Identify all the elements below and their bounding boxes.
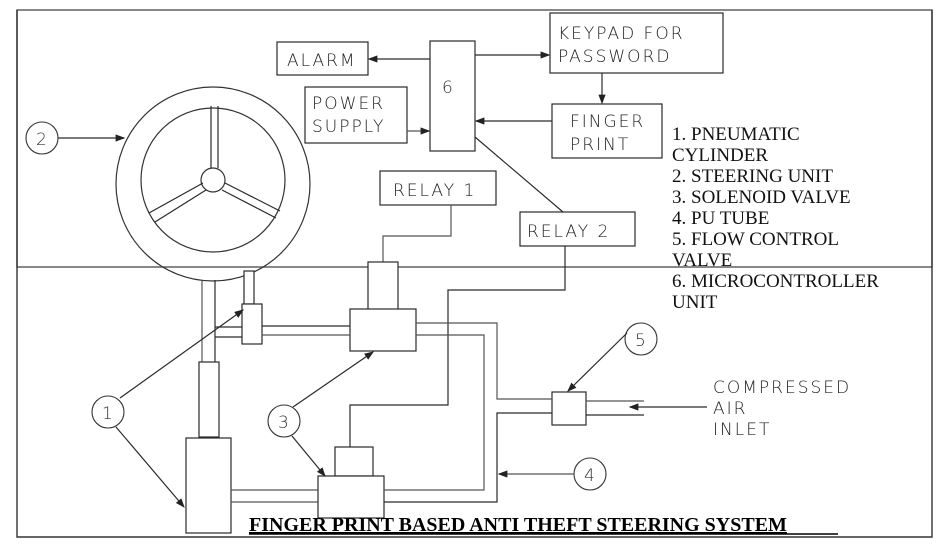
alarm-block: ALARM: [276, 41, 369, 76]
microcontroller-label: 6: [442, 78, 453, 98]
callout-5: 5: [567, 322, 658, 392]
finger-label-line2: PRINT: [570, 135, 630, 155]
legend-item-6: 6. MICROCONTROLLER: [672, 271, 879, 292]
diagram-canvas: ALARM 6 KEYPAD FOR PASSWORD POWER SUPPLY…: [16, 9, 933, 538]
callout-2: 2: [25, 121, 126, 155]
legend-item-1-cont: CYLINDER: [672, 145, 768, 166]
callout-5-label: 5: [635, 331, 646, 351]
callout-4-label: 4: [584, 466, 595, 486]
flow-control-valve: [551, 391, 587, 426]
pu-tube-top-to-bottom-inner: [384, 334, 485, 491]
inlet-label-line1: COMPRESSED: [713, 378, 851, 398]
keypad-label-line2: PASSWORD: [558, 47, 671, 67]
legend-item-5: 5. FLOW CONTROL: [672, 229, 839, 250]
legend-item-6-cont: UNIT: [672, 292, 718, 313]
legend-item-5-cont: VALVE: [672, 250, 732, 271]
main-pneumatic-cylinder: [185, 437, 232, 534]
keypad-block: KEYPAD FOR PASSWORD: [549, 12, 724, 74]
relay2-block: RELAY 2: [519, 211, 636, 247]
legend-item-4: 4. PU TUBE: [672, 208, 769, 229]
small-cylinder-rod: [243, 270, 255, 305]
keypad-label-line1: KEYPAD FOR: [558, 24, 685, 44]
relay1-to-valve-line: [382, 205, 452, 262]
finger-label-line1: FINGER: [570, 112, 645, 132]
alarm-label: ALARM: [287, 51, 357, 71]
steering-wheel: [115, 86, 311, 282]
callout-2-label: 2: [36, 130, 47, 150]
microcontroller-block: 6: [429, 40, 476, 152]
relay1-label: RELAY 1: [393, 181, 476, 201]
pu-tube-supply-inner: [384, 412, 552, 503]
diagram-title: FINGER PRINT BASED ANTI THEFT STEERING S…: [249, 514, 787, 536]
power-supply-block: POWER SUPPLY: [304, 86, 408, 144]
finger-print-block: FINGER PRINT: [551, 103, 663, 159]
callout-1-label: 1: [102, 404, 113, 424]
power-label-line1: POWER: [312, 94, 385, 114]
inlet-label-line2: AIR: [713, 399, 747, 419]
relay2-label: RELAY 2: [527, 222, 610, 242]
legend-item-2: 2. STEERING UNIT: [672, 166, 833, 187]
small-pneumatic-cylinder: [241, 303, 263, 345]
legend-item-1: 1. PNEUMATIC: [672, 124, 800, 145]
inlet-label-line3: INLET: [713, 420, 771, 440]
solenoid-valve-bottom: [317, 475, 385, 519]
main-cylinder-rod: [198, 361, 220, 438]
parts-legend: 1. PNEUMATIC CYLINDER 2. STEERING UNIT 3…: [672, 124, 879, 313]
solenoid-valve-top: [349, 308, 417, 352]
compressed-air-inlet-label: COMPRESSED AIR INLET: [713, 378, 851, 440]
callout-4: 4: [497, 457, 607, 491]
callout-3-label: 3: [278, 413, 289, 433]
legend-item-3: 3. SOLENOID VALVE: [672, 187, 851, 208]
power-label-line2: SUPPLY: [312, 117, 385, 137]
relay1-block: RELAY 1: [379, 170, 497, 206]
solenoid-valve-bottom-actuator: [334, 446, 374, 477]
solenoid-valve-top-actuator: [367, 261, 399, 311]
